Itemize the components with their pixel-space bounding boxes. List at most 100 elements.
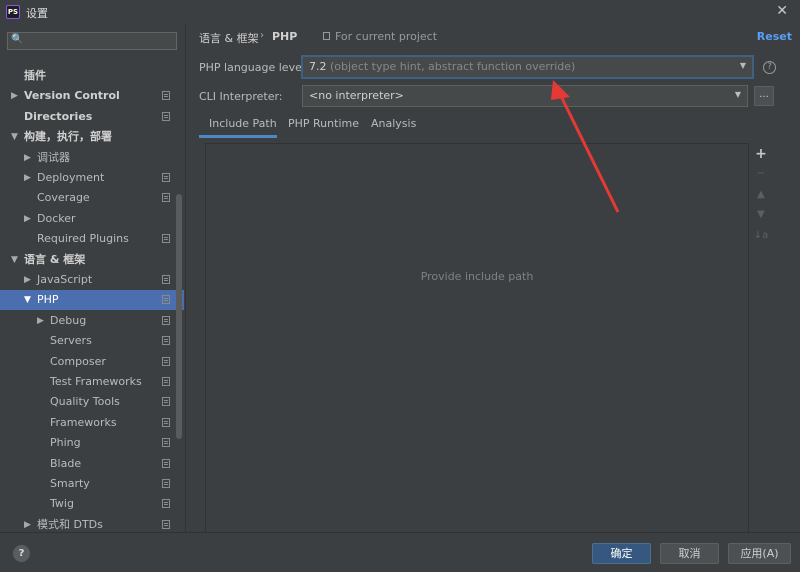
project-settings-icon [162,397,170,407]
sort-icon[interactable]: ↓a [751,226,771,246]
sidebar-item[interactable]: ▶ Deployment [0,168,184,188]
project-settings-icon [162,519,170,529]
settings-content: 语言 & 框架 › PHP For current project Reset … [185,24,800,532]
sidebar-item[interactable]: Smarty [0,474,184,494]
reset-link[interactable]: Reset [757,30,792,43]
cli-interpreter-select[interactable]: <no interpreter> ▼ [302,85,748,107]
collapsed-arrow-icon[interactable]: ▶ [24,209,31,229]
tab-analysis[interactable]: Analysis [371,114,416,138]
browse-interpreter-button[interactable]: ... [754,86,774,106]
expanded-arrow-icon[interactable]: ▼ [11,127,18,147]
sidebar-item[interactable]: ▼ 语言 & 框架 [0,250,184,270]
chevron-down-icon: ▼ [739,61,746,70]
settings-sidebar: 🔍 插件 ▶ Version Control Directories ▼ 构建，执行，部署… [0,24,185,532]
sidebar-item-label: Required Plugins [37,232,129,246]
empty-list-text: Provide include path [420,270,534,283]
project-settings-icon [162,193,170,203]
sidebar-item-label: Coverage [37,191,90,205]
tab-include-path[interactable]: Include Path [199,114,277,138]
help-button[interactable]: ? [13,545,30,562]
sidebar-item[interactable]: ▼ 构建，执行，部署 [0,127,184,147]
sidebar-item-label: Directories [24,109,93,123]
sidebar-item[interactable]: Quality Tools [0,392,184,412]
php-language-level-select[interactable]: 7.2 (object type hint, abstract function… [301,55,754,79]
close-icon[interactable]: ✕ [776,3,788,19]
sidebar-item[interactable]: ▶ Debug [0,311,184,331]
project-scope-label: For current project [335,30,438,43]
sidebar-item-label: Test Frameworks [50,375,142,388]
sidebar-item-label: Frameworks [50,415,117,429]
project-settings-icon [162,417,170,427]
app-icon: PS [6,5,20,19]
sidebar-item-label: Deployment [37,171,105,184]
project-settings-icon [162,336,170,346]
project-settings-icon [162,275,170,284]
search-input[interactable]: 🔍 [7,32,177,50]
collapsed-arrow-icon[interactable]: ▶ [24,168,31,188]
collapsed-arrow-icon[interactable]: ▶ [37,311,44,331]
project-settings-icon [162,479,170,488]
sidebar-item[interactable]: ▼ PHP [0,290,184,311]
add-icon[interactable]: + [751,144,771,164]
project-settings-icon [162,315,170,325]
sidebar-item[interactable]: Directories [0,107,184,127]
apply-button[interactable]: 应用(A) [728,543,791,564]
sidebar-item-label: 调试器 [37,150,70,164]
search-icon: 🔍 [11,34,24,45]
move-up-icon[interactable]: ▲ [751,185,771,205]
collapsed-arrow-icon[interactable]: ▶ [24,270,31,290]
project-settings-icon [162,111,170,121]
sidebar-item-label: 语言 & 框架 [24,252,86,266]
php-version: 7.2 [309,60,327,73]
breadcrumb-parent: 语言 & 框架 [199,32,259,45]
sidebar-item[interactable]: ▶ JavaScript [0,270,184,290]
breadcrumb-current: PHP [272,30,298,43]
sidebar-item[interactable]: Test Frameworks [0,372,184,392]
sidebar-item[interactable]: Blade [0,454,184,474]
project-settings-icon [162,295,170,305]
sidebar-item-label: Smarty [50,477,90,490]
project-settings-icon [162,377,170,386]
remove-icon[interactable]: − [751,164,771,184]
sidebar-item[interactable]: Composer [0,352,184,372]
sidebar-item[interactable]: Twig [0,494,184,514]
sidebar-item[interactable]: 插件 [0,66,184,86]
sidebar-item-label: JavaScript [37,273,93,286]
include-path-list[interactable]: Provide include path [205,143,749,532]
sidebar-item[interactable]: ▶ Version Control [0,86,184,106]
sidebar-item[interactable]: Required Plugins [0,229,184,249]
sidebar-item[interactable]: Frameworks [0,413,184,433]
breadcrumb-separator: › [260,30,264,41]
project-settings-icon [162,234,170,244]
sidebar-item[interactable]: Coverage [0,188,184,208]
expanded-arrow-icon[interactable]: ▼ [24,290,31,310]
help-icon[interactable]: ? [763,61,776,74]
php-language-level-value: 7.2 (object type hint, abstract function… [309,60,575,73]
cancel-button[interactable]: 取消 [660,543,719,564]
sidebar-item-label: 插件 [24,69,46,82]
move-down-icon[interactable]: ▼ [751,205,771,225]
ok-button[interactable]: 确定 [592,543,651,564]
sidebar-item-label: Quality Tools [50,395,120,409]
project-settings-icon [162,91,170,101]
project-settings-icon [162,356,170,366]
php-language-level-label: PHP language level: [199,61,309,74]
sidebar-item-label: Phing [50,436,81,450]
dialog-footer: ? 确定 取消 应用(A) [0,532,800,572]
project-scope-icon [323,32,330,40]
collapsed-arrow-icon[interactable]: ▶ [11,86,18,106]
sidebar-item[interactable]: Phing [0,433,184,453]
project-settings-icon [162,438,170,448]
project-settings-icon [162,499,170,509]
sidebar-item-label: Version Control [24,89,120,103]
project-settings-icon [162,173,170,182]
sidebar-scrollbar[interactable] [176,194,182,439]
sidebar-item[interactable]: ▶ Docker [0,209,184,229]
sidebar-item-label: PHP [37,293,59,307]
tab-php-runtime[interactable]: PHP Runtime [288,114,359,138]
window-title: 设置 [26,7,48,20]
sidebar-item[interactable]: ▶ 调试器 [0,148,184,168]
collapsed-arrow-icon[interactable]: ▶ [24,148,31,168]
sidebar-item[interactable]: Servers [0,331,184,351]
expanded-arrow-icon[interactable]: ▼ [11,250,18,270]
